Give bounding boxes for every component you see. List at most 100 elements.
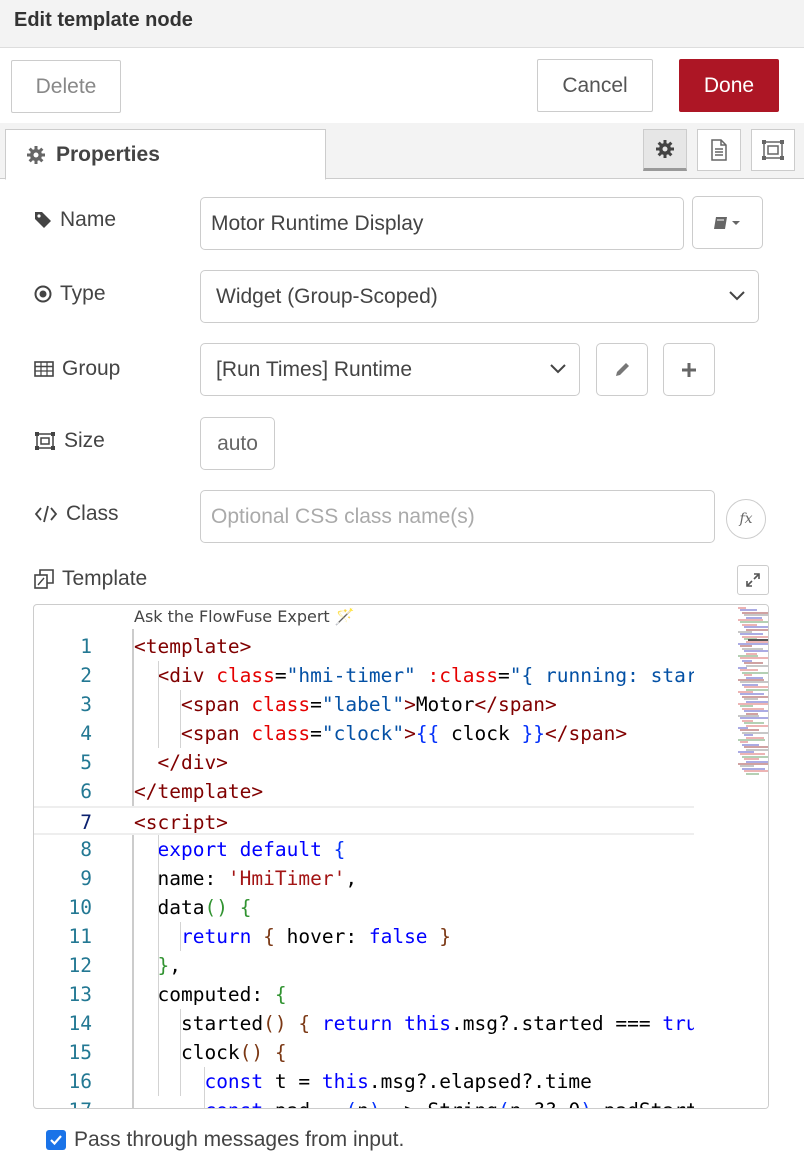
code-area[interactable]: 1 <template> 2 <div class="hmi-timer" :cla… [34, 629, 694, 1108]
code-text: const t = this.msg?.elapsed?.time [204, 1070, 592, 1093]
name-label: Name [34, 208, 116, 232]
group-label: Group [34, 357, 120, 381]
flowfuse-expert-link[interactable]: Ask the FlowFuse Expert 🪄 [134, 607, 355, 626]
code-icon [34, 505, 58, 523]
template-code-editor[interactable]: Ask the FlowFuse Expert 🪄 1 <template> 2 <… [33, 604, 769, 1109]
tab-properties[interactable]: Properties [5, 129, 326, 180]
code-text: const pad = (n) => String(n ?? 0).padSta… [134, 1096, 694, 1108]
group-select[interactable]: [Run Times] Runtime [200, 343, 580, 396]
plus-icon [682, 362, 696, 377]
pencil-icon [616, 362, 629, 376]
line-number: 3 [80, 693, 92, 716]
code-line[interactable]: 11 return { hover: false } [34, 922, 694, 951]
delete-button[interactable]: Delete [11, 60, 121, 113]
indent-guide [158, 835, 159, 1096]
edit-group-button[interactable] [596, 343, 648, 396]
size-button[interactable]: auto [200, 417, 275, 470]
code-text: </template> [134, 780, 264, 803]
code-line[interactable]: 16 const t = this.msg?.elapsed?.time [34, 1067, 694, 1096]
code-line[interactable]: 6 </template> [34, 777, 694, 806]
name-input[interactable]: Motor Runtime Display [200, 197, 684, 250]
dialog-title-bar: Edit template node [0, 0, 804, 48]
gear-icon [27, 145, 45, 164]
code-text: return { hover: false } [180, 925, 452, 948]
passthrough-label: Pass through messages from input. [74, 1128, 405, 1151]
code-line[interactable]: 14 started() { return this.msg?.started … [34, 1009, 694, 1038]
minimap-slider[interactable] [748, 639, 768, 641]
line-number: 1 [80, 635, 92, 658]
code-text: name: 'HmiTimer', [134, 867, 358, 890]
minimap-line [746, 724, 768, 727]
code-text: export default { [157, 838, 346, 861]
copy-icon [34, 569, 54, 589]
line-number: 16 [68, 1070, 92, 1093]
code-text: <script> [134, 811, 228, 834]
line-number: 5 [80, 751, 92, 774]
code-text: <template> [134, 635, 252, 658]
line-number: 17 [34, 1096, 92, 1108]
expand-editor-button[interactable] [737, 565, 769, 595]
code-line[interactable]: 15 clock() { [34, 1038, 694, 1067]
settings-tab-button[interactable] [643, 129, 687, 171]
code-line[interactable]: 3 <span class="label">Motor</span> [34, 690, 694, 719]
code-line[interactable]: 4 <span class="clock">{{ clock }}</span> [34, 719, 694, 748]
table-icon [34, 361, 54, 377]
code-text: <div class="hmi-timer" :class="{ running… [157, 664, 694, 687]
line-number: 10 [68, 896, 92, 919]
code-text: <span class="clock">{{ clock }}</span> [180, 722, 628, 745]
description-tab-button[interactable] [697, 129, 741, 171]
tab-properties-label: Properties [56, 142, 160, 166]
code-text: data() { [134, 896, 252, 919]
tag-icon [35, 212, 51, 228]
indent-guide [180, 922, 181, 951]
code-line[interactable]: 1 <template> [34, 632, 694, 661]
code-text: <span class="label">Motor</span> [180, 693, 557, 716]
size-label: Size [34, 429, 105, 453]
code-line[interactable]: 5 </div> [34, 748, 694, 777]
checkmark-icon [50, 1135, 62, 1146]
code-text: </div> [157, 751, 228, 774]
code-line[interactable]: 9 name: 'HmiTimer', [34, 864, 694, 893]
appearance-icon [762, 140, 784, 160]
passthrough-row[interactable]: Pass through messages from input. [46, 1128, 404, 1152]
line-number: 2 [80, 664, 92, 687]
code-line[interactable]: 12 }, [34, 951, 694, 980]
code-line[interactable]: 13 computed: { [34, 980, 694, 1009]
line-number: 8 [80, 838, 92, 861]
line-number: 9 [80, 867, 92, 890]
expand-icon [746, 573, 760, 587]
book-icon [713, 216, 740, 229]
code-line[interactable]: 10 data() { [34, 893, 694, 922]
cancel-button[interactable]: Cancel [537, 59, 653, 112]
template-label: Template [34, 567, 147, 591]
line-number: 12 [68, 954, 92, 977]
code-line[interactable]: 17 const pad = (n) => String(n ?? 0).pad… [34, 1096, 694, 1108]
description-icon [711, 139, 727, 161]
code-minimap[interactable] [694, 605, 768, 1108]
code-line[interactable]: 7 <script> [34, 806, 694, 835]
minimap-line [746, 664, 768, 667]
line-number: 14 [68, 1012, 92, 1035]
code-line[interactable]: 8 export default { [34, 835, 694, 864]
class-input[interactable]: Optional CSS class name(s) [200, 490, 715, 543]
line-number: 4 [80, 722, 92, 745]
radio-dot-icon [34, 285, 52, 303]
class-label: Class [34, 502, 119, 526]
fx-button[interactable]: fx [726, 499, 766, 539]
type-select[interactable]: Widget (Group-Scoped) [200, 270, 759, 323]
passthrough-checkbox[interactable] [46, 1130, 66, 1150]
appearance-tab-button[interactable] [751, 129, 795, 171]
code-text: started() { return this.msg?.started ===… [134, 1012, 694, 1035]
line-number: 15 [68, 1041, 92, 1064]
indent-guide [158, 661, 159, 748]
code-text: computed: { [134, 983, 287, 1006]
line-number: 13 [68, 983, 92, 1006]
line-number: 11 [68, 925, 92, 948]
code-line[interactable]: 2 <div class="hmi-timer" :class="{ runni… [34, 661, 694, 690]
indent-guide [180, 690, 181, 748]
done-button[interactable]: Done [679, 59, 779, 112]
line-number: 6 [80, 780, 92, 803]
add-group-button[interactable] [663, 343, 715, 396]
name-library-button[interactable] [692, 196, 763, 249]
gear-icon [656, 140, 674, 158]
